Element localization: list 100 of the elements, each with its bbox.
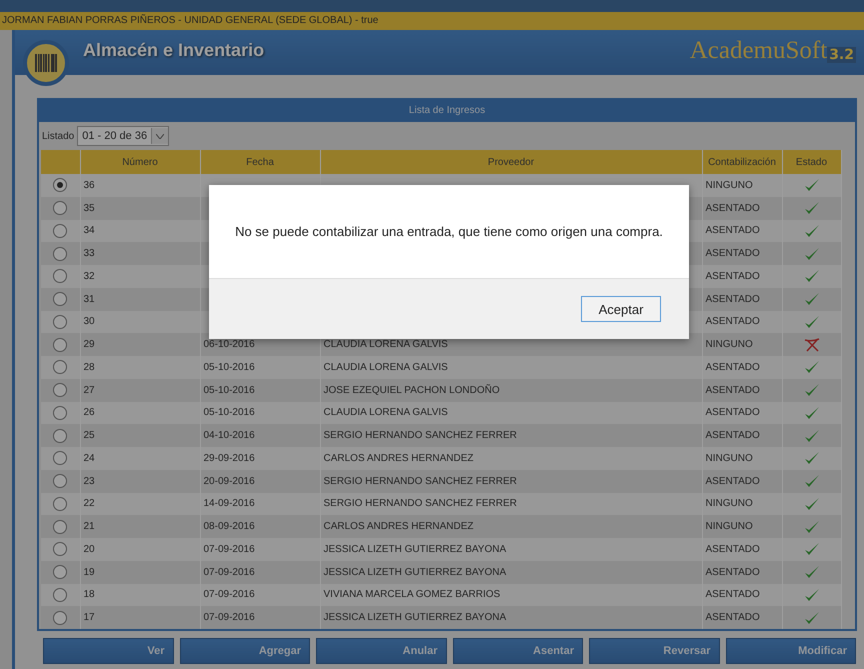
table-cell: JESSICA LIZETH GUTIERREZ BAYONA: [320, 606, 702, 629]
row-radio[interactable]: [53, 269, 68, 284]
action-button[interactable]: Anular: [316, 638, 446, 664]
action-button[interactable]: Ver: [43, 638, 174, 664]
table-cell: ASENTADO: [702, 288, 782, 310]
table-cell: ASENTADO: [702, 196, 782, 220]
table-cell: 05-10-2016: [200, 402, 320, 424]
table-cell: ASENTADO: [702, 538, 782, 561]
table-cell: 31: [80, 288, 200, 310]
column-header: Fecha: [200, 150, 320, 174]
table-cell: NINGUNO: [702, 515, 782, 538]
row-radio[interactable]: [53, 406, 68, 420]
table-cell: JESSICA LIZETH GUTIERREZ BAYONA: [320, 560, 702, 584]
table-cell: 05-10-2016: [200, 378, 320, 402]
table-cell: NINGUNO: [702, 174, 782, 197]
table-cell: 14-09-2016: [200, 492, 320, 516]
table-cell: 26: [80, 402, 200, 424]
table-cell: NINGUNO: [702, 447, 782, 470]
action-button[interactable]: Asentar: [452, 638, 583, 664]
row-radio[interactable]: [53, 178, 68, 192]
module-title: Almacén e Inventario: [83, 40, 264, 61]
table-cell: 29-09-2016: [200, 447, 320, 470]
table-cell: ASENTADO: [702, 356, 782, 379]
row-radio[interactable]: [53, 224, 68, 238]
table-cell: JOSE EZEQUIEL PACHON LONDOÑO: [320, 378, 702, 402]
table-cell: SERGIO HERNANDO SANCHEZ FERRER: [320, 424, 702, 447]
table-cell: CLAUDIA LORENA GALVIS: [320, 356, 702, 379]
row-radio[interactable]: [53, 338, 68, 352]
row-radio[interactable]: [53, 565, 68, 580]
table-cell: 36: [80, 174, 200, 197]
table-cell: ASENTADO: [702, 265, 782, 288]
row-radio[interactable]: [53, 314, 68, 329]
panel-title: Lista de Ingresos: [39, 100, 855, 122]
table-cell: 04-10-2016: [200, 424, 320, 447]
table-cell: ASENTADO: [702, 560, 782, 584]
table-cell: 20-09-2016: [200, 470, 320, 492]
dialog-message: No se puede contabilizar una entrada, que tiene como origen una compra.: [235, 224, 663, 239]
table-cell: ASENTADO: [702, 470, 782, 492]
table-cell: 20: [80, 538, 200, 561]
table-cell: 07-09-2016: [200, 606, 320, 629]
action-button[interactable]: Agregar: [180, 638, 310, 664]
table-cell: 22: [80, 492, 200, 516]
table-cell: 18: [80, 584, 200, 606]
table-cell: VIVIANA MARCELA GOMEZ BARRIOS: [320, 584, 702, 606]
listado-label: Listado: [42, 130, 74, 142]
table-cell: 24: [80, 447, 200, 470]
table-cell: 28: [80, 356, 200, 379]
column-header: Contabilización: [702, 150, 782, 174]
table-cell: ASENTADO: [702, 378, 782, 402]
row-radio[interactable]: [53, 360, 68, 374]
action-button[interactable]: Reversar: [589, 638, 720, 664]
row-radio[interactable]: [53, 246, 68, 261]
table-cell: 21: [80, 515, 200, 538]
column-header: Número: [80, 150, 200, 174]
row-radio[interactable]: [53, 520, 68, 534]
table-cell: 34: [80, 220, 200, 242]
table-cell: 19: [80, 560, 200, 584]
table-cell: 07-09-2016: [200, 584, 320, 606]
page-select[interactable]: 01 - 20 de 36: [77, 126, 170, 146]
table-cell: 35: [80, 196, 200, 220]
table-cell: 33: [80, 242, 200, 265]
table-cell: 17: [80, 606, 200, 629]
row-radio[interactable]: [53, 428, 68, 443]
table-cell: 29: [80, 333, 200, 356]
table-cell: ASENTADO: [702, 242, 782, 265]
table-cell: NINGUNO: [702, 492, 782, 516]
caret-icon: [156, 134, 164, 138]
brand-name: AcademuSoft: [690, 36, 828, 64]
user-bar: JORMAN FABIAN PORRAS PIÑEROS - UNIDAD GENERAL (SEDE GLOBAL) - true: [0, 12, 864, 30]
table-cell: 30: [80, 310, 200, 334]
row-radio[interactable]: [53, 474, 68, 488]
table-cell: 23: [80, 470, 200, 492]
table-cell: ASENTADO: [702, 424, 782, 447]
row-radio[interactable]: [53, 588, 68, 602]
row-radio[interactable]: [53, 201, 68, 216]
accept-button[interactable]: Aceptar: [581, 296, 661, 322]
table-cell: 07-09-2016: [200, 560, 320, 584]
row-radio[interactable]: [53, 496, 68, 511]
action-button[interactable]: Modificar: [726, 638, 856, 664]
row-radio[interactable]: [53, 542, 68, 556]
row-radio[interactable]: [53, 451, 68, 466]
table-cell: CARLOS ANDRES HERNANDEZ: [320, 447, 702, 470]
table-cell: ASENTADO: [702, 310, 782, 334]
table-cell: ASENTADO: [702, 584, 782, 606]
table-cell: ASENTADO: [702, 220, 782, 242]
version-label: 3.2: [827, 46, 856, 62]
column-header: Proveedor: [320, 150, 702, 174]
table-cell: 32: [80, 265, 200, 288]
table-cell: 08-09-2016: [200, 515, 320, 538]
table-cell: 05-10-2016: [200, 356, 320, 379]
table-cell: 25: [80, 424, 200, 447]
table-cell: SERGIO HERNANDO SANCHEZ FERRER: [320, 470, 702, 492]
table-cell: NINGUNO: [702, 333, 782, 356]
row-radio[interactable]: [53, 292, 68, 306]
table-cell: JESSICA LIZETH GUTIERREZ BAYONA: [320, 538, 702, 561]
table-cell: CLAUDIA LORENA GALVIS: [320, 402, 702, 424]
table-cell: 07-09-2016: [200, 538, 320, 561]
row-radio[interactable]: [53, 383, 68, 398]
table-cell: 27: [80, 378, 200, 402]
row-radio[interactable]: [53, 610, 68, 625]
